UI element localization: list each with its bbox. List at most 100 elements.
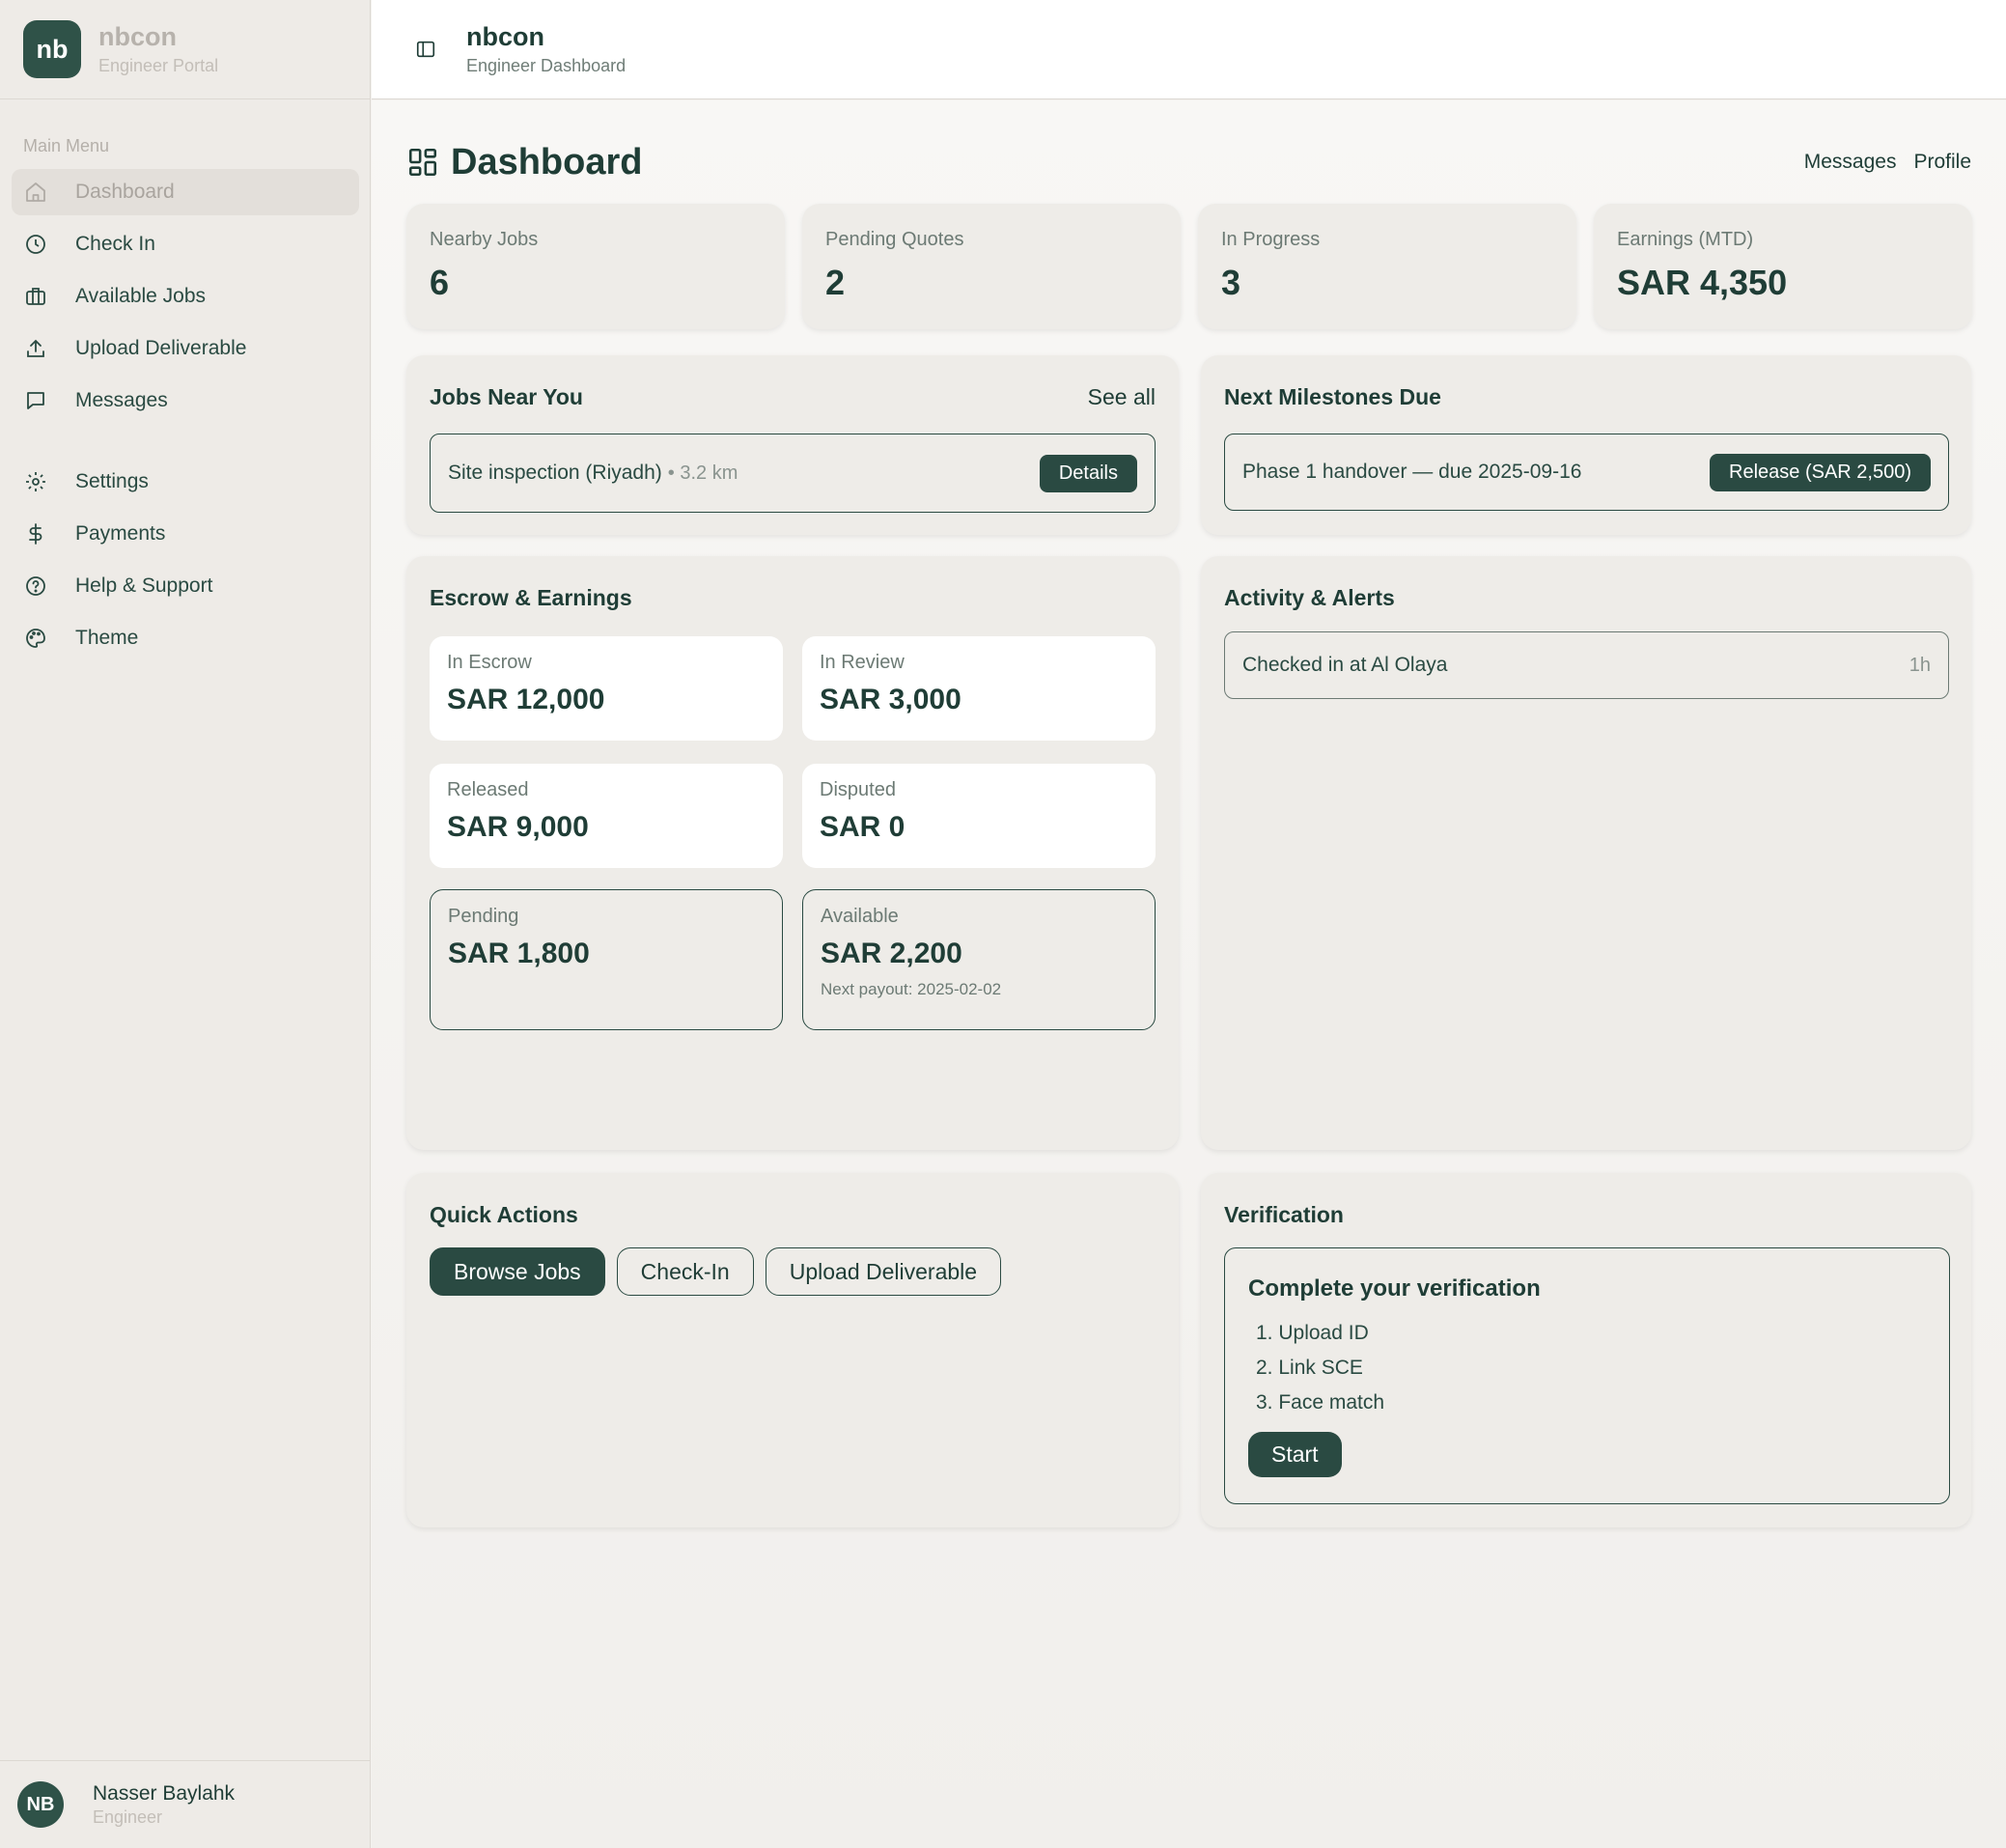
jobs-near-card: Jobs Near You See all Site inspection (R… — [406, 355, 1179, 535]
sidebar-item-label: Available Jobs — [75, 285, 207, 307]
money-value: SAR 12,000 — [447, 684, 605, 715]
verification-box: Complete your verification 1. Upload ID … — [1224, 1247, 1950, 1504]
start-verification-button[interactable]: Start — [1248, 1432, 1342, 1477]
stat-card-in-progress: In Progress 3 — [1198, 204, 1576, 329]
sidebar-item-upload-deliverable[interactable]: Upload Deliverable — [12, 325, 359, 372]
available-card: Available SAR 2,200 Next payout: 2025-02… — [802, 889, 1156, 1030]
quick-actions-card: Quick Actions Browse Jobs Check-In Uploa… — [406, 1173, 1179, 1527]
activity-text: Checked in at Al Olaya — [1242, 654, 1448, 676]
release-button[interactable]: Release (SAR 2,500) — [1710, 453, 1931, 491]
escrow-card: Escrow & Earnings In Escrow SAR 12,000 I… — [406, 556, 1179, 1150]
money-value: SAR 9,000 — [447, 811, 589, 843]
money-value: SAR 1,800 — [448, 938, 590, 969]
brand-logo[interactable]: nb — [23, 20, 81, 78]
money-label: Pending — [448, 906, 519, 927]
activity-row[interactable]: Checked in at Al Olaya 1h — [1224, 631, 1949, 699]
verification-step: 3. Face match — [1256, 1391, 1385, 1414]
stat-card-earnings: Earnings (MTD) SAR 4,350 — [1594, 204, 1972, 329]
sidebar-item-label: Dashboard — [75, 181, 175, 203]
money-value: SAR 2,200 — [821, 938, 962, 969]
user-profile[interactable]: NB Nasser Baylahk Engineer — [0, 1760, 371, 1848]
brand-name: nbcon — [98, 22, 177, 51]
sidebar-item-theme[interactable]: Theme — [12, 615, 359, 661]
job-row[interactable]: Site inspection (Riyadh) • 3.2 km Detail… — [430, 434, 1156, 513]
next-payout-note: Next payout: 2025-02-02 — [821, 980, 1002, 998]
brand: nb nbcon Engineer Portal — [0, 0, 370, 99]
money-label: Disputed — [820, 779, 896, 800]
sidebar-item-label: Check In — [75, 233, 155, 255]
browse-jobs-button[interactable]: Browse Jobs — [430, 1247, 605, 1296]
money-value: SAR 3,000 — [820, 684, 961, 715]
main-content: Dashboard Messages Profile Nearby Jobs 6… — [372, 100, 2006, 1848]
profile-link[interactable]: Profile — [1913, 151, 1971, 174]
sidebar-item-check-in[interactable]: Check In — [12, 221, 359, 267]
in-review-card: In Review SAR 3,000 — [802, 636, 1156, 741]
sidebar-item-label: Upload Deliverable — [75, 337, 247, 359]
verification-step: 2. Link SCE — [1256, 1357, 1363, 1379]
user-name: Nasser Baylahk — [93, 1782, 236, 1805]
sidebar: nb nbcon Engineer Portal Main Menu Dashb… — [0, 0, 371, 1848]
milestones-card: Next Milestones Due Phase 1 handover — d… — [1201, 355, 1971, 535]
stat-label: Earnings (MTD) — [1617, 229, 1754, 250]
stat-label: Nearby Jobs — [430, 229, 539, 250]
messages-link[interactable]: Messages — [1804, 151, 1897, 174]
money-value: SAR 0 — [820, 811, 905, 843]
card-title: Activity & Alerts — [1224, 585, 1395, 610]
activity-time: 1h — [1908, 654, 1931, 676]
sidebar-item-label: Settings — [75, 470, 149, 492]
briefcase-icon — [23, 284, 48, 309]
sidebar-item-dashboard[interactable]: Dashboard — [12, 169, 359, 215]
sidebar-item-settings[interactable]: Settings — [12, 459, 359, 505]
card-title: Quick Actions — [430, 1202, 578, 1227]
card-title: Jobs Near You — [430, 384, 583, 409]
sidebar-item-label: Messages — [75, 389, 168, 411]
stat-label: In Progress — [1221, 229, 1321, 250]
milestone-row: Phase 1 handover — due 2025-09-16 Releas… — [1224, 434, 1949, 511]
activity-card: Activity & Alerts Checked in at Al Olaya… — [1201, 556, 1971, 1150]
dashboard-grid-icon — [406, 146, 439, 179]
sidebar-item-available-jobs[interactable]: Available Jobs — [12, 273, 359, 320]
verification-step: 1. Upload ID — [1256, 1322, 1369, 1344]
stat-label: Pending Quotes — [825, 229, 964, 250]
see-all-link[interactable]: See all — [1088, 384, 1156, 410]
stat-card-pending-quotes: Pending Quotes 2 — [802, 204, 1181, 329]
avatar: NB — [17, 1781, 64, 1828]
card-title: Verification — [1224, 1202, 1344, 1227]
stat-value: 2 — [825, 263, 846, 302]
money-label: Released — [447, 779, 529, 800]
sidebar-item-help-support[interactable]: Help & Support — [12, 563, 359, 609]
sidebar-toggle-icon[interactable] — [414, 38, 437, 61]
stat-value: 6 — [430, 263, 450, 302]
sidebar-item-payments[interactable]: Payments — [12, 511, 359, 557]
help-icon — [23, 574, 48, 599]
money-label: Available — [821, 906, 899, 927]
money-label: In Escrow — [447, 652, 532, 673]
user-role: Engineer — [93, 1807, 163, 1827]
stat-value: 3 — [1221, 263, 1241, 302]
sidebar-item-messages[interactable]: Messages — [12, 378, 359, 424]
disputed-card: Disputed SAR 0 — [802, 764, 1156, 868]
check-in-button[interactable]: Check-In — [616, 1247, 754, 1296]
verification-steps: 1. Upload ID 2. Link SCE 3. Face match — [1248, 1316, 1926, 1420]
milestone-text: Phase 1 handover — due 2025-09-16 — [1242, 461, 1582, 483]
details-button[interactable]: Details — [1039, 454, 1137, 492]
stat-value: SAR 4,350 — [1617, 263, 1788, 302]
message-icon — [23, 388, 48, 413]
home-icon — [23, 180, 48, 205]
sidebar-nav: Dashboard Check In Available Jobs Upload… — [12, 169, 359, 667]
job-name: Site inspection (Riyadh) — [448, 462, 662, 484]
gear-icon — [23, 469, 48, 494]
sidebar-item-label: Theme — [75, 627, 139, 649]
topbar: nbcon Engineer Dashboard — [372, 0, 2006, 99]
verification-card: Verification Complete your verification … — [1201, 1173, 1971, 1527]
upload-deliverable-button[interactable]: Upload Deliverable — [765, 1247, 1002, 1296]
card-title: Next Milestones Due — [1224, 384, 1441, 409]
money-label: In Review — [820, 652, 905, 673]
released-card: Released SAR 9,000 — [430, 764, 783, 868]
card-title: Escrow & Earnings — [430, 585, 632, 610]
pending-card: Pending SAR 1,800 — [430, 889, 783, 1030]
sidebar-item-label: Payments — [75, 522, 166, 545]
verification-box-title: Complete your verification — [1248, 1275, 1541, 1302]
menu-heading: Main Menu — [23, 136, 110, 155]
stat-card-nearby-jobs: Nearby Jobs 6 — [406, 204, 785, 329]
